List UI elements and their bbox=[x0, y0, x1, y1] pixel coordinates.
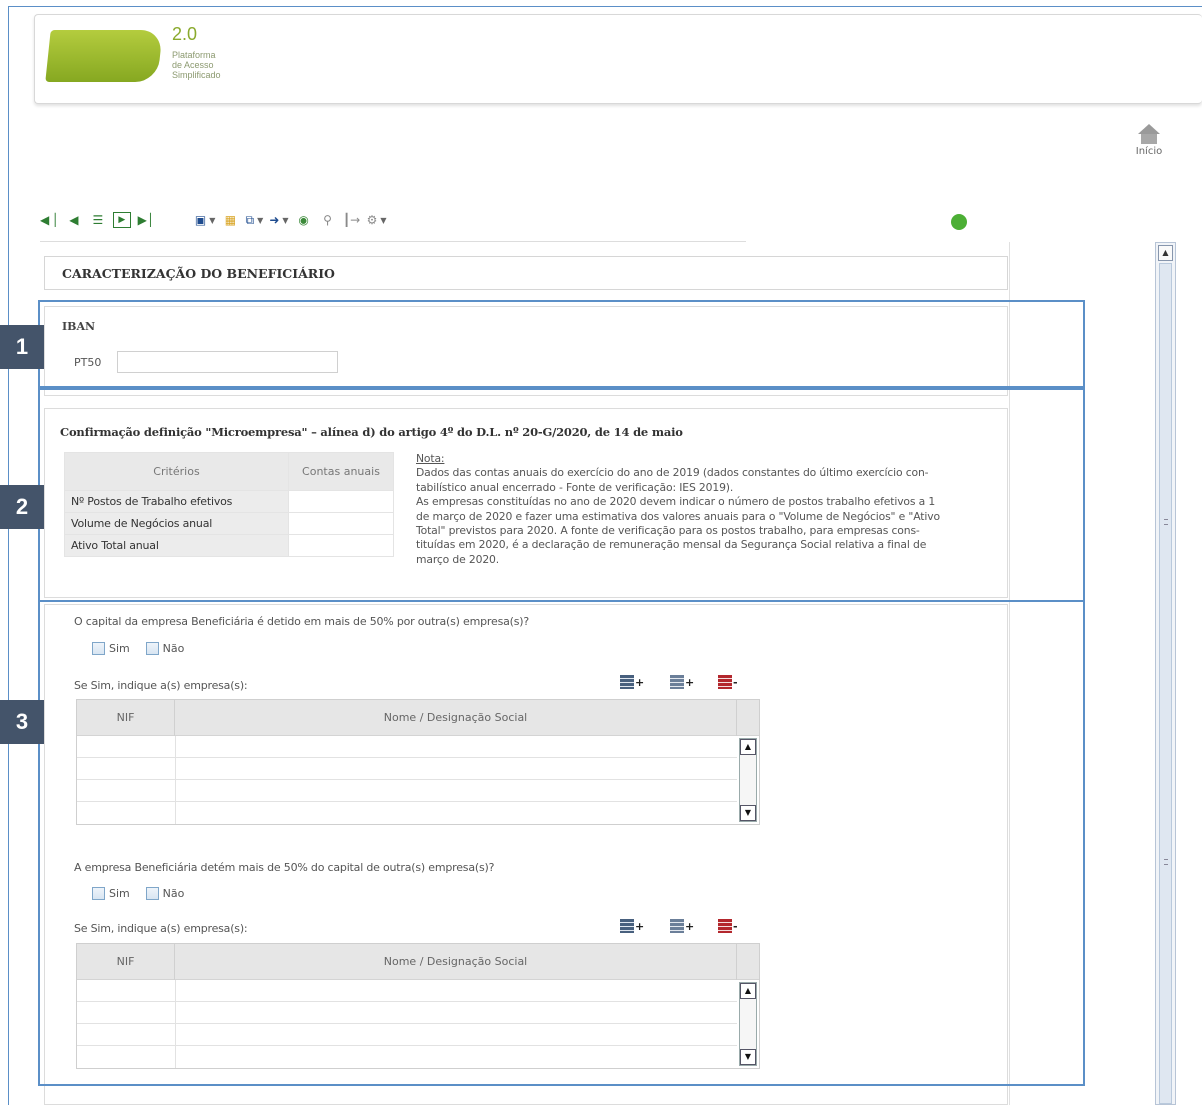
logo-mark bbox=[45, 30, 163, 82]
highlight-3 bbox=[38, 600, 1085, 1086]
save-icon[interactable]: ▣ ▼ bbox=[195, 209, 216, 231]
home-label: Início bbox=[1135, 146, 1163, 157]
callout-badge-3: 3 bbox=[0, 700, 44, 744]
logo-version: 2.0 bbox=[172, 24, 198, 44]
last-record-icon[interactable]: ▶│ bbox=[137, 209, 155, 231]
callout-badge-1: 1 bbox=[0, 325, 44, 369]
search-icon[interactable]: ⚲ bbox=[319, 209, 337, 231]
highlight-1 bbox=[38, 300, 1085, 388]
scroll-up-icon[interactable]: ▲ bbox=[1158, 245, 1173, 261]
export-icon[interactable]: ➜ ▼ bbox=[269, 209, 288, 231]
settings-icon[interactable]: ⚙ ▼ bbox=[367, 209, 387, 231]
status-indicator bbox=[951, 214, 967, 230]
copy-icon[interactable]: ⧉ ▼ bbox=[245, 209, 263, 231]
logo-subtitle: Plataforma de Acesso Simplificado bbox=[172, 50, 221, 80]
next-record-icon[interactable]: ▶ bbox=[112, 212, 131, 228]
page-scrollbar[interactable]: ▲ bbox=[1155, 242, 1176, 1105]
home-button[interactable]: Início bbox=[1124, 124, 1174, 157]
section-title: CARACTERIZAÇÃO DO BENEFICIÁRIO bbox=[44, 256, 1008, 290]
highlight-2 bbox=[38, 388, 1085, 602]
callout-badge-2: 2 bbox=[0, 485, 44, 529]
exit-icon[interactable]: ┃→ bbox=[343, 209, 361, 231]
globe-icon[interactable]: ◉ bbox=[295, 209, 313, 231]
scrollbar-thumb[interactable] bbox=[1159, 263, 1172, 1104]
logo-subtitle-line: Simplificado bbox=[172, 70, 221, 80]
logo-subtitle-line: de Acesso bbox=[172, 60, 214, 70]
list-icon[interactable]: ☰ bbox=[89, 209, 107, 231]
previous-record-icon[interactable]: ◀ bbox=[65, 209, 83, 231]
home-icon bbox=[1138, 124, 1160, 144]
logo-subtitle-line: Plataforma bbox=[172, 50, 216, 60]
first-record-icon[interactable]: ◀ │ bbox=[40, 209, 59, 231]
pas-logo: 2.0 Plataforma de Acesso Simplificado bbox=[45, 24, 248, 94]
record-toolbar: ◀ │ ◀ ☰ ▶ ▶│ ▣ ▼ ▦ ⧉ ▼ ➜ ▼ ◉ ⚲ ┃→ ⚙ ▼ bbox=[40, 206, 393, 234]
open-folder-icon[interactable]: ▦ bbox=[221, 209, 239, 231]
